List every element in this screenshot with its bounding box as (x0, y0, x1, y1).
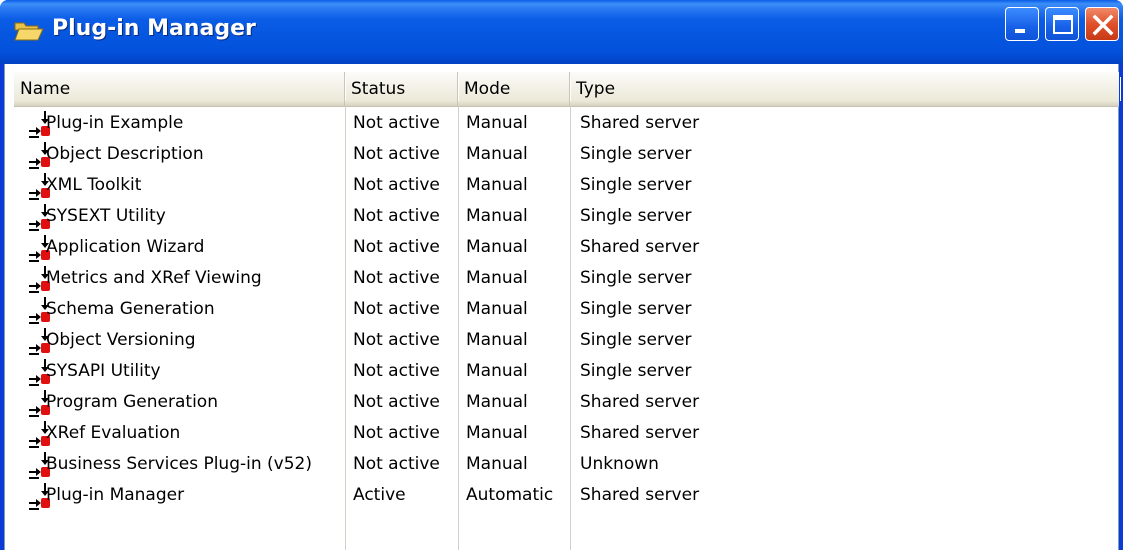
table-row[interactable]: Plug-in Manager Active Automatic Shared ser… (14, 480, 1119, 511)
cell-status: Not active (353, 423, 440, 443)
cell-name: Object Versioning (46, 330, 196, 350)
cell-name: Schema Generation (46, 299, 215, 319)
cell-mode: Manual (466, 268, 528, 288)
maximize-button[interactable] (1045, 7, 1079, 41)
cell-type: Shared server (580, 423, 700, 443)
cell-status: Active (353, 485, 406, 505)
cell-type: Single server (580, 330, 692, 350)
cell-type: Single server (580, 206, 692, 226)
cell-status: Not active (353, 268, 440, 288)
close-button[interactable] (1085, 7, 1119, 41)
table-row[interactable]: Object Versioning Not active Manual Single … (14, 325, 1119, 356)
cell-status: Not active (353, 144, 440, 164)
cell-mode: Manual (466, 299, 528, 319)
cell-type: Single server (580, 299, 692, 319)
cell-name: Object Description (46, 144, 204, 164)
table-row[interactable]: Business Services Plug-in (v52) Not activ… (14, 449, 1119, 480)
cell-type: Single server (580, 175, 692, 195)
cell-type: Single server (580, 144, 692, 164)
cell-name: XML Toolkit (46, 175, 142, 195)
table-row[interactable]: SYSAPI Utility Not active Manual Single ser… (14, 356, 1119, 387)
cell-name: XRef Evaluation (46, 423, 181, 443)
cell-name: Plug-in Example (46, 113, 184, 133)
table-row[interactable]: XRef Evaluation Not active Manual Shared se… (14, 418, 1119, 449)
cell-type: Shared server (580, 392, 700, 412)
table-row[interactable]: Object Description Not active Manual Single… (14, 139, 1119, 170)
column-header: Name Status Mode Type (14, 72, 1121, 107)
cell-type: Single server (580, 361, 692, 381)
cell-mode: Manual (466, 237, 528, 257)
title-bar[interactable]: Plug-in Manager (0, 0, 1123, 64)
cell-mode: Manual (466, 361, 528, 381)
cell-mode: Automatic (466, 485, 554, 505)
cell-mode: Manual (466, 423, 528, 443)
column-header-name[interactable]: Name (14, 72, 346, 106)
folder-open-icon (14, 22, 44, 41)
close-icon (1092, 14, 1114, 36)
cell-type: Shared server (580, 113, 700, 133)
table-row[interactable]: Plug-in Example Not active Manual Shared se… (14, 108, 1119, 139)
table-row[interactable]: SYSEXT Utility Not active Manual Single ser… (14, 201, 1119, 232)
cell-mode: Manual (466, 330, 528, 350)
cell-status: Not active (353, 237, 440, 257)
cell-name: SYSEXT Utility (46, 206, 166, 226)
cell-mode: Manual (466, 206, 528, 226)
cell-status: Not active (353, 361, 440, 381)
cell-type: Shared server (580, 237, 700, 257)
cell-status: Not active (353, 113, 440, 133)
cell-type: Shared server (580, 485, 700, 505)
maximize-icon (1053, 15, 1073, 34)
cell-mode: Manual (466, 454, 528, 474)
table-row[interactable]: Metrics and XRef Viewing Not active Manual… (14, 263, 1119, 294)
cell-name: Plug-in Manager (46, 485, 185, 505)
table-row[interactable]: Schema Generation Not active Manual Single … (14, 294, 1119, 325)
cell-status: Not active (353, 454, 440, 474)
cell-mode: Manual (466, 144, 528, 164)
column-header-type[interactable]: Type (570, 72, 1121, 106)
cell-name: Application Wizard (46, 237, 205, 257)
cell-status: Not active (353, 175, 440, 195)
table-row[interactable]: Application Wizard Not active Manual Shared… (14, 232, 1119, 263)
column-header-mode[interactable]: Mode (458, 72, 571, 106)
cell-status: Not active (353, 299, 440, 319)
cell-name: Metrics and XRef Viewing (46, 268, 262, 288)
minimize-icon (1015, 29, 1025, 33)
cell-status: Not active (353, 330, 440, 350)
cell-mode: Manual (466, 113, 528, 133)
cell-type: Single server (580, 268, 692, 288)
cell-name: Program Generation (46, 392, 218, 412)
cell-status: Not active (353, 392, 440, 412)
cell-name: SYSAPI Utility (46, 361, 161, 381)
table-row[interactable]: XML Toolkit Not active Manual Single server (14, 170, 1119, 201)
cell-status: Not active (353, 206, 440, 226)
minimize-button[interactable] (1005, 7, 1039, 41)
table-row[interactable]: Program Generation Not active Manual Shared… (14, 387, 1119, 418)
cell-mode: Manual (466, 175, 528, 195)
column-header-status[interactable]: Status (345, 72, 459, 106)
window-title: Plug-in Manager (52, 16, 256, 41)
cell-name: Business Services Plug-in (v52) (46, 454, 312, 474)
cell-mode: Manual (466, 392, 528, 412)
cell-type: Unknown (580, 454, 659, 474)
